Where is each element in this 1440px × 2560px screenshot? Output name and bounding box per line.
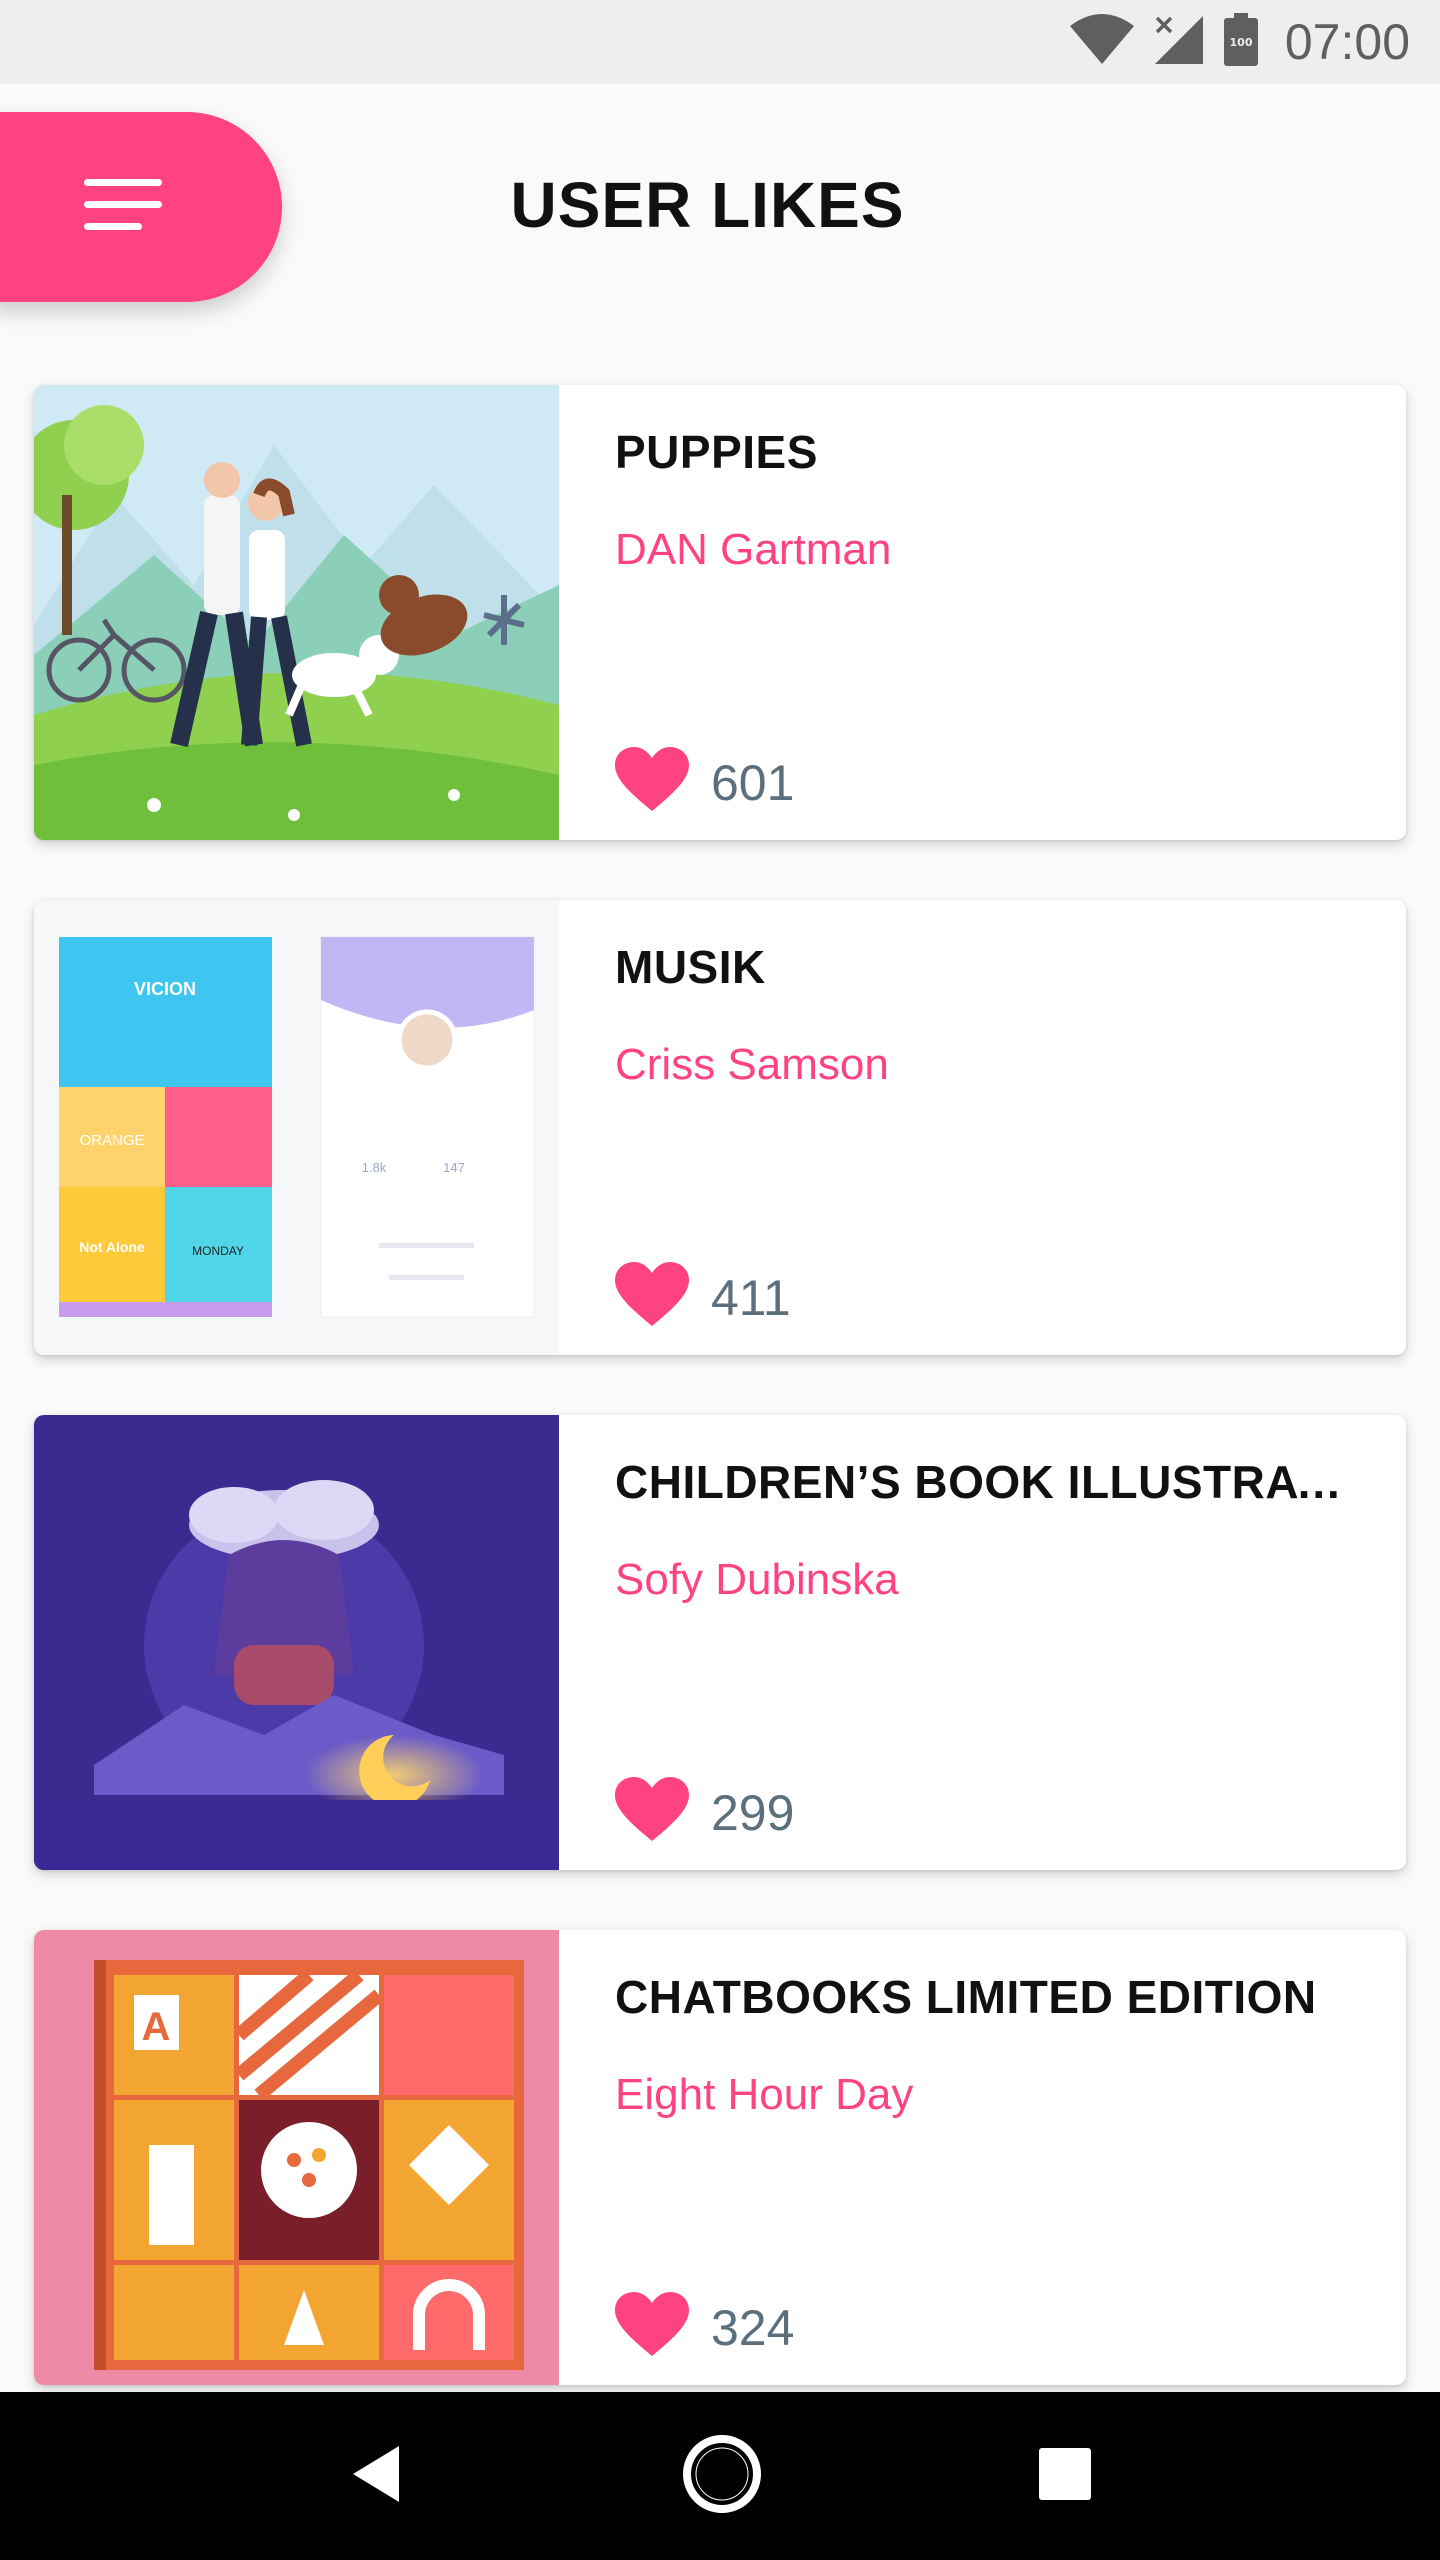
battery-label: 100: [1229, 36, 1252, 49]
likes-count: 411: [711, 1269, 791, 1326]
card-thumbnail: [34, 385, 559, 840]
girl-cloud-moon-illustration: [34, 1415, 559, 1870]
wifi-icon: [1069, 13, 1135, 71]
card-author[interactable]: DAN Gartman: [615, 525, 1406, 575]
likes-list: PUPPIES DAN Gartman 601 VICION ORANGE No…: [34, 385, 1406, 2445]
likes-count: 299: [711, 1784, 795, 1841]
recents-icon[interactable]: [1037, 2446, 1093, 2507]
likes: 411: [615, 1262, 791, 1333]
card-thumbnail: A: [34, 1930, 559, 2385]
likes: 299: [615, 1777, 794, 1848]
couple-walking-dogs-illustration: [34, 385, 559, 840]
book-letter: A: [142, 2005, 171, 2049]
tile-orange-label: ORANGE: [79, 1132, 144, 1149]
geometric-book-cover-illustration: A: [34, 1930, 559, 2385]
list-item[interactable]: VICION ORANGE Not Alone MONDAY 1.8k 147 …: [34, 900, 1406, 1355]
list-item[interactable]: CHILDREN’S BOOK ILLUSTRATION Sofy Dubins…: [34, 1415, 1406, 1870]
page-title: USER LIKES: [510, 169, 905, 241]
list-item[interactable]: A CHATBOOKS LIMITED EDITION Eight Hour D…: [34, 1930, 1406, 2385]
profile-following-label: 147: [443, 1160, 465, 1175]
home-icon[interactable]: [681, 2433, 763, 2520]
music-app-screens-illustration: VICION ORANGE Not Alone MONDAY 1.8k 147: [34, 900, 559, 1355]
status-time: 07:00: [1284, 14, 1410, 70]
card-author[interactable]: Criss Samson: [615, 1040, 1406, 1090]
likes: 324: [615, 2292, 794, 2363]
likes-count: 601: [711, 754, 795, 811]
app-name-label: VICION: [134, 979, 196, 999]
heart-icon[interactable]: [615, 1262, 689, 1333]
heart-icon[interactable]: [615, 1777, 689, 1848]
card-author[interactable]: Eight Hour Day: [615, 2070, 1406, 2120]
card-thumbnail: VICION ORANGE Not Alone MONDAY 1.8k 147: [34, 900, 559, 1355]
card-author[interactable]: Sofy Dubinska: [615, 1555, 1406, 1605]
list-item[interactable]: PUPPIES DAN Gartman 601: [34, 385, 1406, 840]
heart-icon[interactable]: [615, 2292, 689, 2363]
navigation-bar: [0, 2392, 1440, 2560]
battery-icon: 100: [1223, 12, 1259, 72]
back-icon[interactable]: [347, 2442, 407, 2511]
likes: 601: [615, 747, 794, 818]
card-title: MUSIK: [615, 941, 766, 993]
likes-count: 324: [711, 2299, 795, 2356]
heart-icon[interactable]: [615, 747, 689, 818]
profile-followers-label: 1.8k: [362, 1160, 387, 1175]
status-bar: 100 07:00: [0, 0, 1440, 84]
cell-signal-icon: [1153, 14, 1205, 71]
card-title: CHILDREN’S BOOK ILLUSTRATION: [615, 1456, 1355, 1508]
card-thumbnail: [34, 1415, 559, 1870]
tile-monday-label: MONDAY: [192, 1244, 244, 1258]
card-title: PUPPIES: [615, 426, 818, 478]
card-title: CHATBOOKS LIMITED EDITION: [615, 1971, 1317, 2023]
tile-not-alone-label: Not Alone: [79, 1239, 145, 1255]
